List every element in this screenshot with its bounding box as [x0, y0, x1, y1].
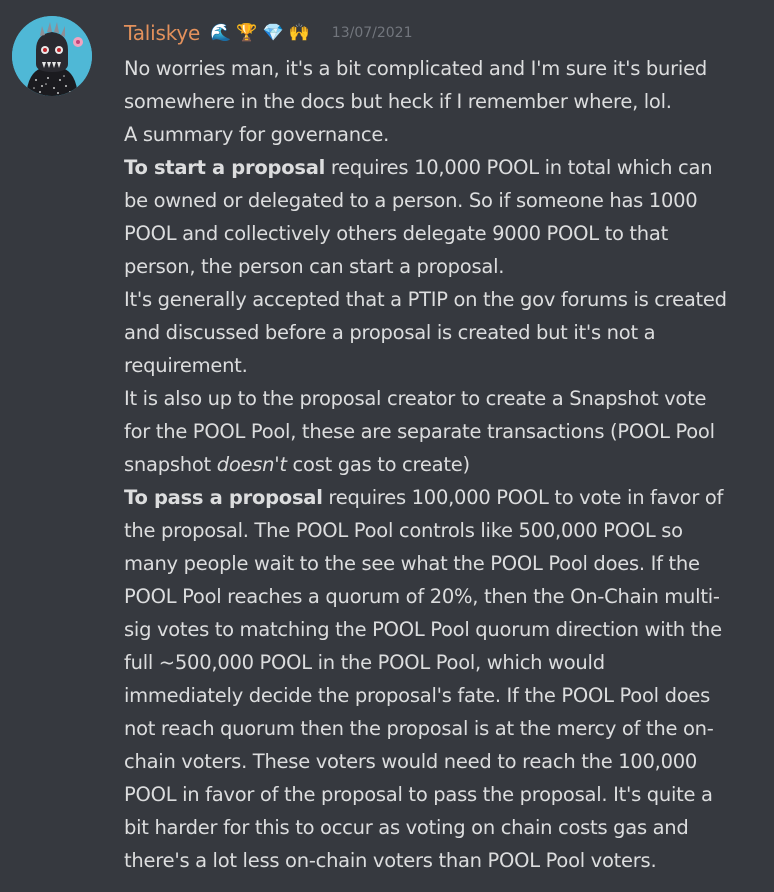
badge-group: 🌊 🏆 💎 🙌 — [210, 22, 310, 43]
message-line: To pass a proposal requires 100,000 POOL… — [124, 481, 764, 514]
message-line: full ~500,000 POOL in the POOL Pool, whi… — [124, 651, 605, 674]
message-line: for the POOL Pool, these are separate tr… — [124, 420, 715, 443]
message-line: snapshot doesn't cost gas to create) — [124, 448, 764, 481]
message-line: chain voters. These voters would need to… — [124, 750, 698, 773]
message-line-text: requires 10,000 POOL in total which can — [325, 156, 713, 179]
message-line-text: cost gas to create) — [286, 453, 471, 476]
trophy-emoji-icon: 🏆 — [236, 22, 258, 43]
message-body: No worries man, it's a bit complicated a… — [124, 52, 764, 877]
message-line: A summary for governance. — [124, 123, 390, 146]
message-line: there's a lot less on-chain voters than … — [124, 849, 657, 872]
avatar-image — [12, 16, 92, 96]
wave-emoji-icon: 🌊 — [210, 22, 232, 43]
message-line: sig votes to matching the POOL Pool quor… — [124, 618, 722, 641]
avatar[interactable] — [12, 16, 92, 96]
message-line: POOL and collectively others delegate 90… — [124, 222, 668, 245]
raised-hands-emoji-icon: 🙌 — [288, 22, 310, 43]
message-line: somewhere in the docs but heck if I reme… — [124, 90, 672, 113]
bold-heading-pass-proposal: To pass a proposal — [124, 486, 323, 509]
message-line: bit harder for this to occur as voting o… — [124, 816, 689, 839]
message-line: requirement. — [124, 354, 248, 377]
message-line: To start a proposal requires 10,000 POOL… — [124, 151, 764, 184]
message-line: the proposal. The POOL Pool controls lik… — [124, 519, 683, 542]
message-line: be owned or delegated to a person. So if… — [124, 189, 698, 212]
message-header: Taliskye 🌊 🏆 💎 🙌 13/07/2021 — [124, 14, 764, 52]
message-line: immediately decide the proposal's fate. … — [124, 684, 711, 707]
timestamp[interactable]: 13/07/2021 — [332, 25, 413, 41]
chat-message: Taliskye 🌊 🏆 💎 🙌 13/07/2021 No worries m… — [0, 0, 774, 892]
message-line: many people wait to the see what the POO… — [124, 552, 700, 575]
message-content: Taliskye 🌊 🏆 💎 🙌 13/07/2021 No worries m… — [124, 14, 764, 877]
message-line: person, the person can start a proposal. — [124, 255, 505, 278]
italic-text: doesn't — [216, 453, 287, 476]
message-line: POOL Pool reaches a quorum of 20%, then … — [124, 585, 720, 608]
message-line: not reach quorum then the proposal is at… — [124, 717, 714, 740]
message-line: No worries man, it's a bit complicated a… — [124, 57, 707, 80]
message-line-text: snapshot — [124, 453, 217, 476]
message-line: POOL in favor of the proposal to pass th… — [124, 783, 713, 806]
message-line-text: requires 100,000 POOL to vote in favor o… — [322, 486, 724, 509]
message-line: and discussed before a proposal is creat… — [124, 321, 656, 344]
message-line: It's generally accepted that a PTIP on t… — [124, 288, 727, 311]
gem-emoji-icon: 💎 — [262, 22, 284, 43]
message-line: It is also up to the proposal creator to… — [124, 387, 707, 410]
username[interactable]: Taliskye — [124, 21, 200, 45]
bold-heading-start-proposal: To start a proposal — [124, 156, 326, 179]
